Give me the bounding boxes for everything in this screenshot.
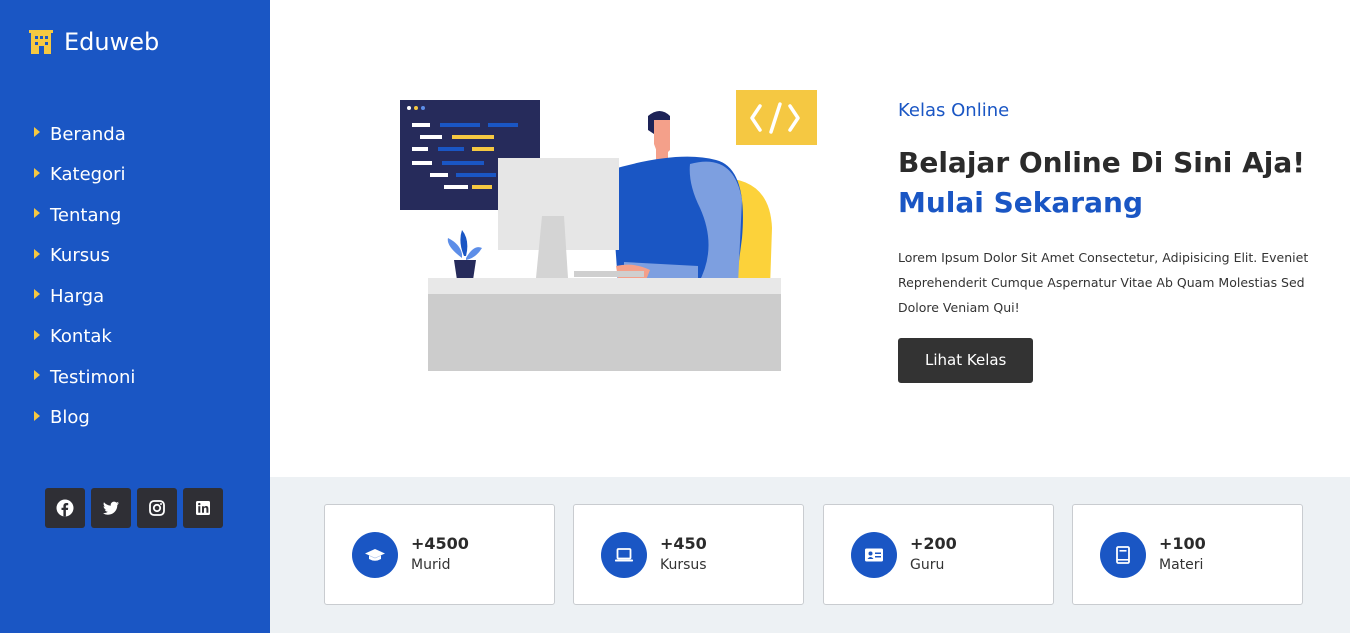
caret-right-icon: [34, 329, 40, 340]
hero-headline-accent: Mulai Sekarang: [898, 186, 1143, 219]
stat-icon-badge: [851, 532, 897, 578]
stat-icon-badge: [1100, 532, 1146, 578]
view-classes-button[interactable]: Lihat Kelas: [898, 338, 1034, 383]
stat-card-guru: +200 Guru: [823, 504, 1054, 605]
caret-right-icon: [34, 410, 40, 421]
caret-right-icon: [34, 127, 40, 138]
nav-item-testimoni[interactable]: Testimoni: [34, 357, 135, 398]
hero-section: Kelas Online Belajar Online Di Sini Aja!…: [898, 100, 1318, 383]
stat-value: +450: [660, 534, 707, 553]
caret-right-icon: [34, 167, 40, 178]
hero-kicker: Kelas Online: [898, 100, 1010, 121]
nav-item-label: Kategori: [50, 164, 126, 186]
instagram-icon: [149, 500, 165, 516]
hero-headline: Belajar Online Di Sini Aja!: [898, 146, 1306, 179]
stat-card-kursus: +450 Kursus: [573, 504, 804, 605]
caret-right-icon: [34, 248, 40, 259]
hero-description: Lorem Ipsum Dolor Sit Amet Consectetur, …: [898, 250, 1309, 315]
stat-card-materi: +100 Materi: [1072, 504, 1303, 605]
nav-item-label: Tentang: [50, 204, 122, 226]
nav-item-blog[interactable]: Blog: [34, 398, 135, 439]
instagram-button[interactable]: [137, 488, 177, 528]
stat-icon-badge: [352, 532, 398, 578]
laptop-icon: [615, 548, 633, 562]
nav-item-label: Testimoni: [50, 366, 136, 388]
graduation-cap-icon: [365, 549, 385, 561]
linkedin-button[interactable]: [183, 488, 223, 528]
caret-right-icon: [34, 370, 40, 381]
nav-item-beranda[interactable]: Beranda: [34, 114, 135, 155]
stat-label: Materi: [1159, 557, 1204, 573]
id-card-icon: [865, 548, 883, 562]
stat-value: +200: [910, 534, 957, 553]
stat-icon-badge: [601, 532, 647, 578]
twitter-icon: [103, 501, 119, 515]
linkedin-icon: [196, 501, 210, 515]
stat-value: +4500: [411, 534, 469, 553]
nav-item-label: Beranda: [50, 123, 126, 145]
facebook-button[interactable]: [45, 488, 85, 528]
stat-card-murid: +4500 Murid: [324, 504, 555, 605]
nav-item-label: Kursus: [50, 245, 110, 267]
nav-item-label: Kontak: [50, 326, 112, 348]
caret-right-icon: [34, 289, 40, 300]
book-icon: [1116, 546, 1130, 564]
nav-item-kursus[interactable]: Kursus: [34, 236, 135, 277]
hero-illustration: [400, 90, 817, 371]
nav-item-tentang[interactable]: Tentang: [34, 195, 135, 236]
nav-item-label: Harga: [50, 285, 105, 307]
social-links: [45, 488, 223, 528]
brand-name: Eduweb: [64, 28, 160, 56]
nav-item-label: Blog: [50, 407, 90, 429]
building-icon: [29, 30, 53, 54]
stat-label: Guru: [910, 557, 945, 573]
nav-item-kontak[interactable]: Kontak: [34, 317, 135, 358]
stats-band: +4500 Murid +450 Kursus +200 Guru +100 M…: [270, 477, 1350, 633]
caret-right-icon: [34, 208, 40, 219]
nav-item-kategori[interactable]: Kategori: [34, 155, 135, 196]
sidebar-nav: Beranda Kategori Tentang Kursus Harga Ko…: [34, 114, 135, 438]
facebook-icon: [56, 499, 74, 517]
stat-label: Kursus: [660, 557, 707, 573]
sidebar: Eduweb Beranda Kategori Tentang Kursus H…: [0, 0, 270, 633]
stat-label: Murid: [411, 557, 451, 573]
twitter-button[interactable]: [91, 488, 131, 528]
brand[interactable]: Eduweb: [28, 28, 159, 56]
stat-value: +100: [1159, 534, 1206, 553]
nav-item-harga[interactable]: Harga: [34, 276, 135, 317]
